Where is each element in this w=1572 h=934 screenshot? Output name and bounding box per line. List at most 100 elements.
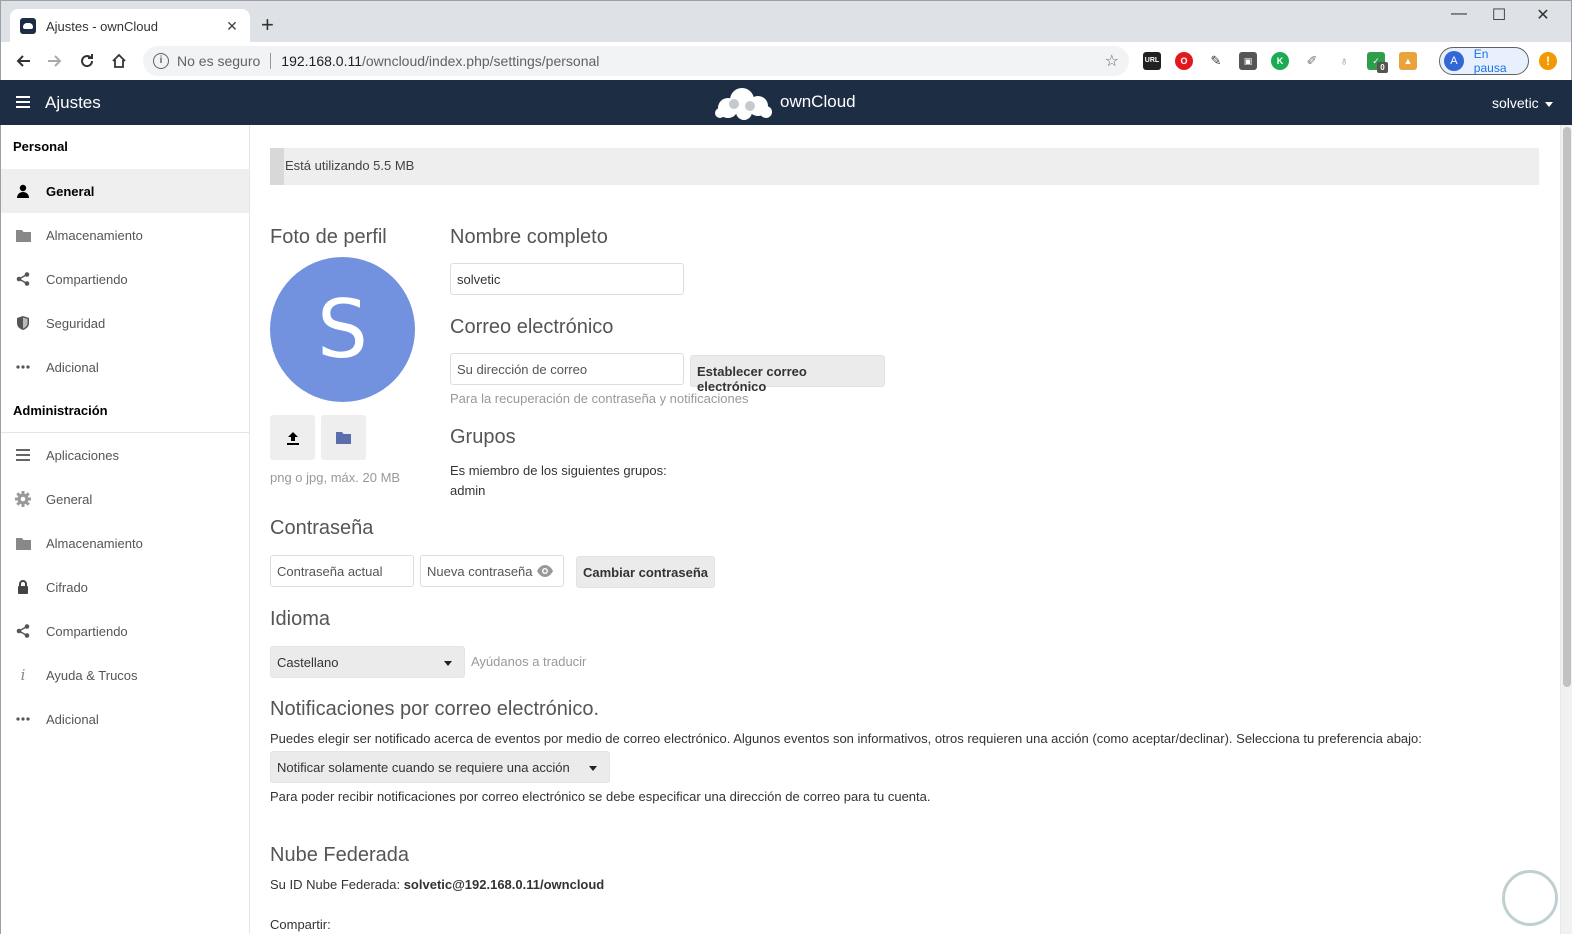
opera-icon[interactable]: O	[1175, 52, 1193, 70]
quota-bar: Está utilizando 5.5 MB	[270, 148, 1539, 185]
sidebar-item-admin-additional[interactable]: Adicional	[1, 697, 249, 741]
app-menu-label[interactable]: Ajustes	[45, 93, 101, 113]
folder-icon	[15, 227, 31, 243]
sidebar-item-admin-sharing[interactable]: Compartiendo	[1, 609, 249, 653]
tab-title: Ajustes - ownCloud	[46, 18, 158, 34]
scrollbar-thumb[interactable]	[1563, 127, 1571, 687]
watermark-logo	[1502, 870, 1558, 926]
notification-preference-select[interactable]: Notificar solamente cuando se requiere u…	[270, 751, 610, 783]
shield-icon	[15, 315, 31, 331]
minimize-button[interactable]: —	[1439, 5, 1479, 23]
select-photo-from-files-button[interactable]	[321, 415, 366, 460]
federated-cloud-title: Nube Federada	[270, 844, 409, 866]
share-label: Compartir:	[270, 917, 331, 932]
url-extension-icon[interactable]: URL	[1143, 52, 1161, 70]
sidebar-item-security[interactable]: Seguridad	[1, 301, 249, 345]
sidebar-item-additional[interactable]: Adicional	[1, 345, 249, 389]
upload-icon	[286, 431, 299, 445]
tab-close-icon[interactable]: ✕	[224, 18, 240, 35]
sidebar-item-encryption[interactable]: Cifrado	[1, 565, 249, 609]
url-text[interactable]: 192.168.0.11/owncloud/index.php/settings…	[281, 53, 1104, 69]
home-icon[interactable]	[103, 45, 135, 77]
url-path: /owncloud/index.php/settings/personal	[362, 53, 600, 69]
language-select[interactable]: Castellano	[270, 646, 465, 678]
hamburger-menu-icon[interactable]	[16, 96, 30, 108]
info-icon[interactable]: i	[153, 53, 169, 69]
sidebar-heading-personal: Personal	[13, 139, 68, 154]
profile-button[interactable]: A En pausa	[1439, 47, 1529, 75]
sidebar-item-apps[interactable]: Aplicaciones	[1, 433, 249, 477]
sidebar-item-label: Ayuda & Trucos	[46, 667, 138, 683]
email-title: Correo electrónico	[450, 316, 614, 338]
page-scrollbar[interactable]	[1560, 125, 1572, 934]
share-icon	[15, 271, 31, 287]
pen-icon[interactable]: ✎	[1207, 52, 1225, 70]
browser-toolbar: i No es seguro 192.168.0.11/owncloud/ind…	[0, 42, 1572, 80]
sidebar-item-label: Adicional	[46, 359, 99, 375]
bulb-icon[interactable]: ♁	[1335, 52, 1353, 70]
reload-icon[interactable]	[71, 45, 103, 77]
new-password-placeholder: Nueva contraseña	[427, 564, 533, 579]
more-icon	[15, 359, 31, 375]
sidebar-item-admin-storage[interactable]: Almacenamiento	[1, 521, 249, 565]
new-tab-button[interactable]: +	[261, 14, 274, 36]
owncloud-favicon-icon	[20, 18, 36, 34]
sidebar-item-label: General	[46, 491, 93, 507]
sidebar-item-general[interactable]: General	[1, 169, 249, 213]
email-hint: Para la recuperación de contraseña y not…	[450, 391, 749, 406]
settings-content: Está utilizando 5.5 MB Foto de perfil S …	[250, 125, 1560, 934]
sidebar-item-label: Cifrado	[46, 579, 88, 595]
photo-hint: png o jpg, máx. 20 MB	[270, 470, 401, 485]
security-label: No es seguro	[177, 53, 261, 69]
owncloud-header: Ajustes ownCloud solvetic	[0, 80, 1572, 125]
groups-member-text: Es miembro de los siguientes grupos:	[450, 463, 667, 478]
browser-tab[interactable]: Ajustes - ownCloud ✕	[10, 9, 250, 43]
list-icon	[15, 447, 31, 463]
upload-photo-button[interactable]	[270, 415, 315, 460]
sidebar-item-label: Almacenamiento	[46, 227, 143, 243]
user-menu[interactable]: solvetic	[1492, 95, 1553, 111]
sidebar-item-help[interactable]: i Ayuda & Trucos	[1, 653, 249, 697]
password-title: Contraseña	[270, 517, 374, 539]
info-icon: i	[20, 666, 26, 684]
language-title: Idioma	[270, 608, 331, 630]
maximize-button[interactable]: ☐	[1479, 5, 1519, 25]
sidebar-item-storage[interactable]: Almacenamiento	[1, 213, 249, 257]
folder-icon	[336, 432, 351, 444]
current-password-field[interactable]: Contraseña actual	[270, 555, 414, 587]
more-icon	[15, 711, 31, 727]
email-field[interactable]: Su dirección de correo	[450, 353, 684, 385]
sidebar-item-label: Seguridad	[46, 315, 106, 331]
chevron-down-icon	[589, 766, 597, 771]
full-name-title: Nombre completo	[450, 226, 608, 248]
federated-id: Su ID Nube Federada: solvetic@192.168.0.…	[270, 877, 604, 892]
pencil-icon[interactable]: ✐	[1303, 52, 1321, 70]
stack-icon[interactable]: ▣	[1239, 52, 1257, 70]
avatar: S	[270, 257, 415, 402]
show-password-eye-icon[interactable]	[537, 565, 553, 580]
back-icon[interactable]	[7, 45, 39, 77]
sidebar-item-admin-general[interactable]: General	[1, 477, 249, 521]
sidebar-item-label: Almacenamiento	[46, 535, 143, 551]
address-bar[interactable]: i No es seguro 192.168.0.11/owncloud/ind…	[143, 46, 1129, 76]
k-icon[interactable]: K	[1271, 52, 1289, 70]
change-password-button[interactable]: Cambiar contraseña	[576, 556, 715, 588]
browser-menu-icon[interactable]: !	[1539, 52, 1557, 70]
full-name-input[interactable]: solvetic	[450, 263, 684, 295]
bookmark-star-icon[interactable]: ☆	[1105, 51, 1119, 71]
email-notifications-note: Para poder recibir notificaciones por co…	[270, 789, 931, 804]
close-window-button[interactable]: ✕	[1523, 5, 1563, 25]
groups-list: admin	[450, 483, 486, 498]
owncloud-logo-icon[interactable]	[714, 86, 774, 120]
brand-name: ownCloud	[780, 92, 856, 111]
sidebar-item-sharing[interactable]: Compartiendo	[1, 257, 249, 301]
email-notifications-description: Puedes elegir ser notificado acerca de e…	[270, 731, 1422, 746]
profile-photo-title: Foto de perfil	[270, 226, 387, 248]
lock-icon	[15, 579, 31, 595]
bag-icon[interactable]: ▲	[1399, 52, 1417, 70]
set-email-button[interactable]: Establecer correo electrónico	[690, 355, 885, 394]
sidebar-item-label: Aplicaciones	[46, 447, 119, 463]
language-selected: Castellano	[277, 655, 339, 670]
help-translate-link[interactable]: Ayúdanos a traducir	[471, 654, 586, 669]
forward-icon[interactable]	[39, 45, 71, 77]
